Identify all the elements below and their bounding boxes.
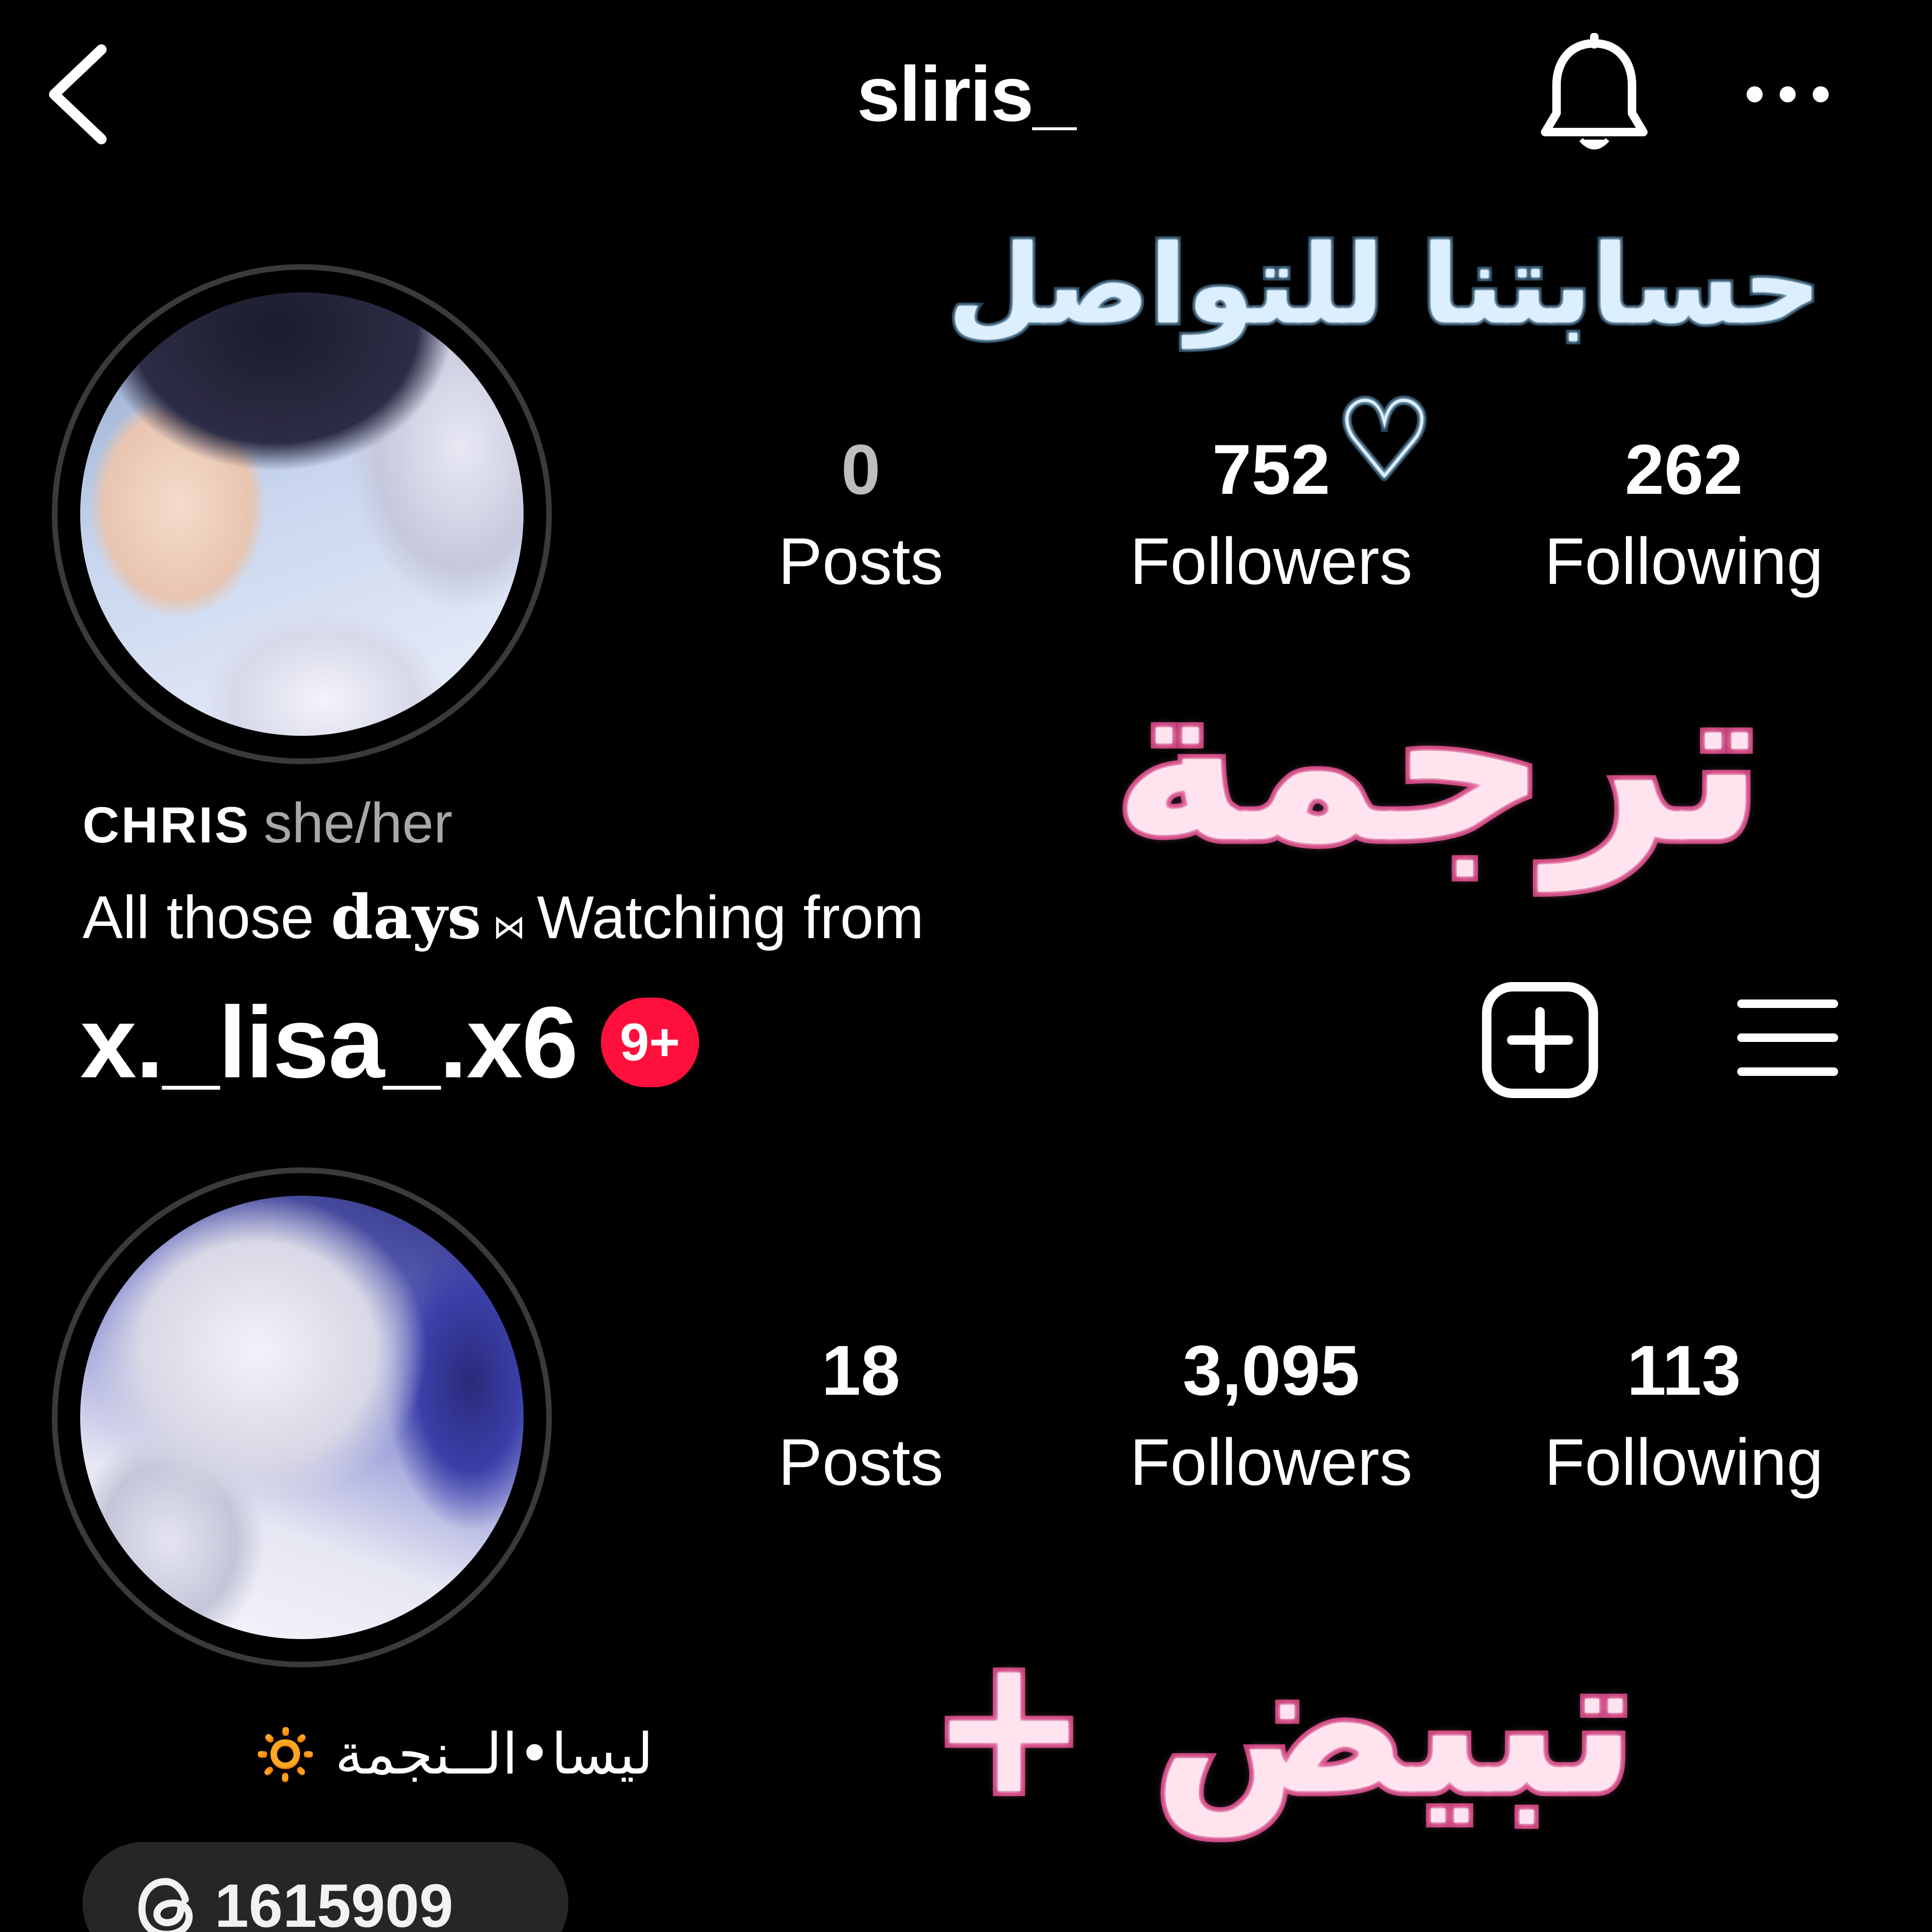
linked-username: x._lisa_.x6 (80, 985, 578, 1099)
bell-icon (1541, 33, 1648, 150)
hamburger-menu-icon (1737, 999, 1838, 1076)
threads-id: 1615909 (215, 1871, 454, 1932)
name-line: CHRIS she/her (83, 783, 452, 865)
notifications-button[interactable] (1538, 33, 1651, 156)
editing-label: تبيض + تحرير (925, 1611, 1641, 1932)
stat-value: 18 (821, 1331, 900, 1410)
contact-accounts-banner: حسابتنا للتواصل ♡ (944, 219, 1824, 507)
linked-profile-avatar-ring[interactable] (52, 1167, 552, 1667)
threads-icon (138, 1878, 193, 1932)
stat-label: Followers (1130, 524, 1413, 598)
ellipsis-icon (1747, 86, 1829, 102)
pronouns: she/her (264, 791, 453, 855)
bio-bold-word: days (331, 882, 482, 953)
stat-label: Following (1544, 524, 1824, 598)
stat-value: 113 (1627, 1331, 1741, 1410)
stat-label: Posts (778, 524, 944, 598)
create-post-button[interactable] (1481, 981, 1599, 1099)
following-count[interactable]: 262 Following (1519, 425, 1849, 608)
followers-count[interactable]: 752 Followers (1106, 425, 1436, 608)
linked-display-name: ليسا•الــنجمة🔅 (87, 1712, 653, 1797)
stat-value: 3,095 (1183, 1331, 1360, 1410)
linked-profile-avatar (80, 1196, 524, 1639)
more-options-button[interactable] (1740, 80, 1835, 108)
stat-label: Following (1544, 1425, 1824, 1499)
stat-value: 262 (1624, 430, 1743, 509)
account-switcher[interactable]: x._lisa_.x6 9+ (80, 986, 699, 1099)
bio-part-2: Watching from (537, 884, 924, 951)
plus-square-icon (1482, 982, 1598, 1098)
translation-label: ترجمة (1108, 633, 1769, 895)
sun-icon: 🔅 (250, 1722, 321, 1787)
profile-avatar (80, 292, 524, 736)
followers-count[interactable]: 3,095 Followers (1106, 1325, 1436, 1509)
bio-part-1: All those (83, 884, 331, 951)
stat-label: Followers (1130, 1425, 1413, 1499)
posts-count[interactable]: 18 Posts (696, 1325, 1026, 1509)
stat-value: 0 (841, 430, 881, 509)
threads-badge[interactable]: 1615909 (83, 1842, 568, 1932)
stat-label: Posts (778, 1425, 944, 1499)
bowtie-symbol: ⋈ (492, 908, 526, 945)
bio-text: All those days ⋈ Watching from (83, 877, 924, 967)
menu-button[interactable] (1736, 991, 1840, 1085)
notification-badge: 9+ (600, 998, 699, 1087)
stat-value: 752 (1212, 430, 1331, 509)
display-name: CHRIS (83, 796, 251, 853)
profile-avatar-ring[interactable] (52, 264, 552, 764)
following-count[interactable]: 113 Following (1519, 1325, 1849, 1509)
linked-name-text: ليسا•الــنجمة (335, 1722, 653, 1787)
posts-count[interactable]: 0 Posts (696, 425, 1026, 608)
